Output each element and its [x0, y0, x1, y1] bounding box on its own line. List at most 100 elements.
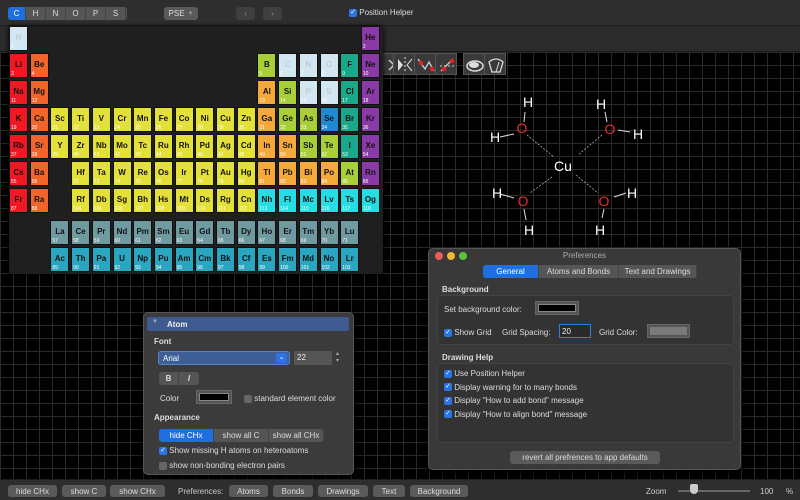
element-button-p[interactable]: P [86, 7, 106, 20]
element-cell-pd[interactable]: Pd 46 [195, 134, 215, 159]
show-grid-checkbox[interactable]: ✓ Show Grid [444, 328, 492, 337]
element-cell-ir[interactable]: Ir 77 [174, 161, 194, 186]
element-cell-cr[interactable]: Cr 24 [112, 107, 132, 132]
element-cell-zn[interactable]: Zn 30 [236, 107, 256, 132]
appearance-show-all-chx[interactable]: show all CHx [269, 429, 324, 442]
element-cell-sn[interactable]: Sn 50 [278, 134, 298, 159]
element-cell-lu[interactable]: Lu 71 [340, 220, 360, 245]
element-cell-ds[interactable]: Ds 110 [195, 188, 215, 213]
element-cell-au[interactable]: Au 79 [216, 161, 235, 186]
element-cell-ne[interactable]: Ne 10 [360, 53, 380, 78]
element-cell-al[interactable]: Al 13 [257, 80, 277, 105]
drawing-help-option[interactable]: ✓ Display "How to align bond" message [444, 410, 587, 419]
element-button-n[interactable]: N [46, 7, 66, 20]
atom-h[interactable]: H [627, 185, 637, 201]
atom-cu[interactable]: Cu [554, 158, 572, 174]
element-cell-br[interactable]: Br 35 [340, 107, 360, 132]
element-cell-at[interactable]: At 85 [340, 161, 360, 186]
element-cell-rg[interactable]: Rg 111 [216, 188, 235, 213]
atom-o[interactable]: O [517, 120, 528, 136]
eraser-tool-button[interactable] [463, 53, 485, 75]
element-cell-y[interactable]: Y 39 [50, 134, 70, 159]
element-cell-b[interactable]: B5 [257, 53, 277, 78]
element-cell-lr[interactable]: Lr 103 [340, 247, 360, 272]
revert-defaults-button[interactable]: revert all prefrences to app defaults [510, 451, 660, 464]
element-cell-nd[interactable]: Nd 60 [112, 220, 132, 245]
element-cell-cs[interactable]: Cs 55 [9, 161, 28, 186]
pse-button[interactable]: PSE ▼ [164, 7, 198, 20]
element-cell-si[interactable]: Si 14 [278, 80, 298, 105]
zoom-slider-track[interactable] [678, 490, 750, 492]
element-cell-kr[interactable]: Kr 36 [360, 107, 380, 132]
element-cell-md[interactable]: Md 101 [298, 247, 318, 272]
element-cell-gd[interactable]: Gd 64 [195, 220, 215, 245]
element-cell-mc[interactable]: Mc 115 [298, 188, 318, 213]
pref-button-drawings[interactable]: Drawings [318, 485, 368, 497]
tab-general[interactable]: General [483, 265, 539, 278]
element-button-h[interactable]: H [26, 7, 46, 20]
element-cell-s[interactable]: S 16 [319, 80, 339, 105]
element-cell-rb[interactable]: Rb 37 [9, 134, 28, 159]
tab-atoms-and-bonds[interactable]: Atoms and Bonds [539, 265, 619, 278]
hide-chx-button[interactable]: hide CHx [8, 485, 57, 497]
element-cell-mn[interactable]: Mn 25 [133, 107, 153, 132]
atom-h[interactable]: H [633, 126, 643, 142]
flip-bond-tool-button[interactable] [414, 53, 436, 75]
position-helper-toggle[interactable]: ✓ Position Helper [349, 8, 413, 17]
element-cell-nh[interactable]: Nh 113 [257, 188, 277, 213]
element-cell-na[interactable]: Na 11 [9, 80, 28, 105]
element-cell-hf[interactable]: Hf 72 [71, 161, 91, 186]
element-cell-bi[interactable]: Bi 83 [298, 161, 318, 186]
element-cell-xe[interactable]: Xe 54 [360, 134, 380, 159]
element-cell-ce[interactable]: Ce 58 [71, 220, 91, 245]
pref-button-text[interactable]: Text [373, 485, 405, 497]
element-cell-dy[interactable]: Dy 66 [236, 220, 256, 245]
element-cell-u[interactable]: U 92 [112, 247, 132, 272]
element-cell-tm[interactable]: Tm 69 [298, 220, 318, 245]
element-cell-c[interactable]: C6 [278, 53, 298, 78]
element-cell-h[interactable]: H1 [9, 26, 28, 51]
element-cell-be[interactable]: Be 4 [29, 53, 49, 78]
mirror-tool-button[interactable] [393, 53, 415, 75]
element-cell-ca[interactable]: Ca 20 [29, 107, 49, 132]
pref-button-bonds[interactable]: Bonds [273, 485, 313, 497]
element-cell-tb[interactable]: Tb 65 [216, 220, 235, 245]
atom-h[interactable]: H [490, 129, 500, 145]
zoom-window-button[interactable] [459, 252, 467, 260]
minimize-window-button[interactable] [447, 252, 455, 260]
element-cell-po[interactable]: Po 84 [319, 161, 339, 186]
element-cell-ga[interactable]: Ga 31 [257, 107, 277, 132]
element-cell-ag[interactable]: Ag 47 [216, 134, 235, 159]
element-cell-hs[interactable]: Hs 108 [153, 188, 173, 213]
element-cell-ho[interactable]: Ho 67 [257, 220, 277, 245]
element-cell-se[interactable]: Se 34 [319, 107, 339, 132]
element-cell-mt[interactable]: Mt 109 [174, 188, 194, 213]
element-cell-f[interactable]: F9 [340, 53, 360, 78]
appearance-hide-chx[interactable]: hide CHx [159, 429, 214, 442]
element-cell-cu[interactable]: Cu 29 [216, 107, 235, 132]
element-cell-fm[interactable]: Fm 100 [278, 247, 298, 272]
show-c-button[interactable]: show C [62, 485, 106, 497]
molecule-drawing[interactable]: Cu O O O O H H H H H H H H [470, 85, 660, 245]
element-cell-cd[interactable]: Cd 48 [236, 134, 256, 159]
element-cell-ta[interactable]: Ta 73 [91, 161, 111, 186]
appearance-show-all-c[interactable]: show all C [214, 429, 269, 442]
element-cell-es[interactable]: Es 99 [257, 247, 277, 272]
element-cell-pt[interactable]: Pt 78 [195, 161, 215, 186]
element-cell-te[interactable]: Te 52 [319, 134, 339, 159]
element-cell-sg[interactable]: Sg 106 [112, 188, 132, 213]
element-cell-ts[interactable]: Ts 117 [340, 188, 360, 213]
pref-button-background[interactable]: Background [410, 485, 468, 497]
back-button[interactable]: ‹ [236, 7, 255, 20]
element-cell-ru[interactable]: Ru 44 [153, 134, 173, 159]
pref-button-atoms[interactable]: Atoms [229, 485, 268, 497]
element-cell-am[interactable]: Am 95 [174, 247, 194, 272]
element-cell-ac[interactable]: Ac 89 [50, 247, 70, 272]
element-cell-lv[interactable]: Lv 116 [319, 188, 339, 213]
element-cell-pb[interactable]: Pb 82 [278, 161, 298, 186]
element-cell-cn[interactable]: Cn 112 [236, 188, 256, 213]
atom-h[interactable]: H [492, 185, 502, 201]
drawing-help-option[interactable]: ✓ Use Position Helper [444, 369, 525, 378]
element-button-o[interactable]: O [66, 7, 86, 20]
bold-button[interactable]: B [159, 372, 179, 385]
